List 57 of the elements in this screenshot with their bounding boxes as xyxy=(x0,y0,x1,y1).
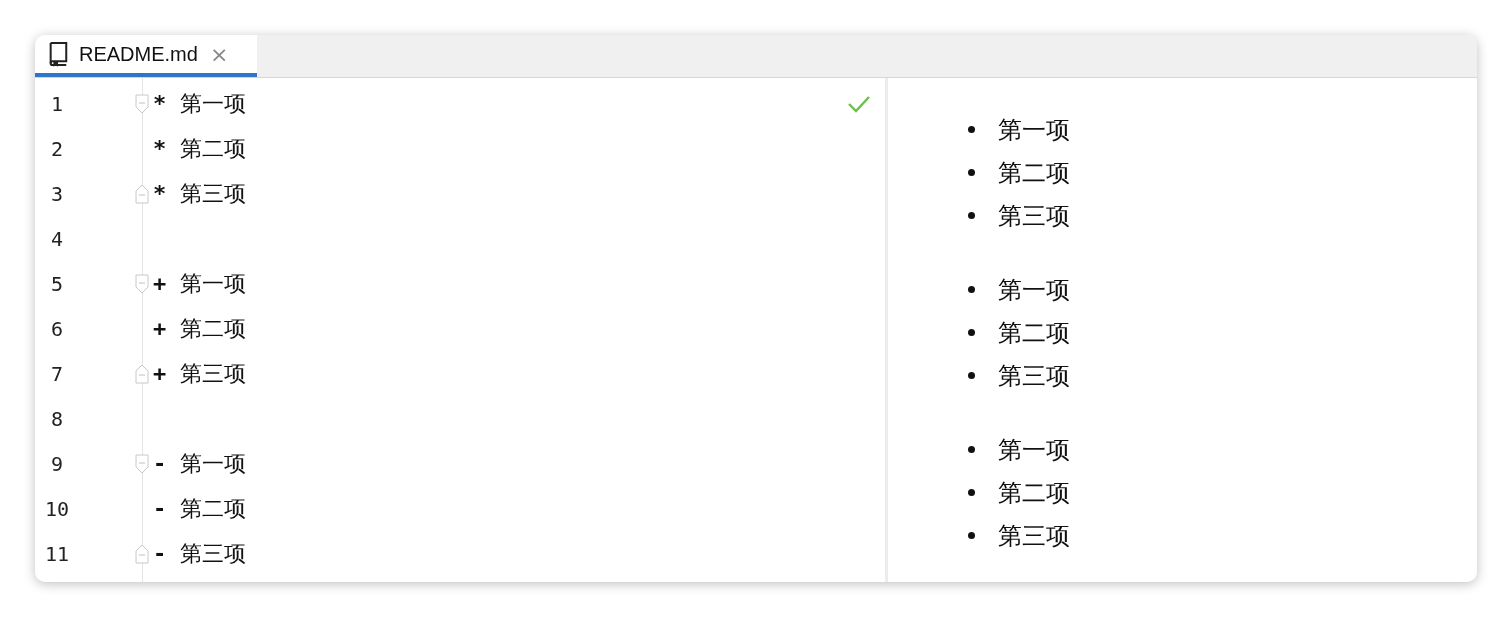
code-text: 第二项 xyxy=(180,494,246,523)
fold-icon[interactable] xyxy=(135,273,149,294)
list-item: 第二项 xyxy=(998,157,1070,189)
line-number: 10 xyxy=(43,496,71,521)
fold-icon[interactable] xyxy=(135,183,149,204)
line-number: 1 xyxy=(49,91,64,116)
bullet-icon xyxy=(968,126,975,133)
list-item: 第三项 xyxy=(998,200,1070,232)
fold-icon[interactable] xyxy=(135,543,149,564)
line-number: 5 xyxy=(49,271,64,296)
list-marker: - xyxy=(153,541,168,566)
code-text: 第三项 xyxy=(180,179,246,208)
code-text: 第一项 xyxy=(180,269,246,298)
list-item: 第二项 xyxy=(998,477,1070,509)
list-marker: * xyxy=(153,181,168,206)
code-text: 第二项 xyxy=(180,314,246,343)
fold-icon[interactable] xyxy=(135,453,149,474)
list-marker: + xyxy=(153,271,168,296)
line-number: 3 xyxy=(49,181,64,206)
list-marker: - xyxy=(153,496,168,521)
list-item: 第一项 xyxy=(998,274,1070,306)
line-number: 8 xyxy=(49,406,64,431)
list-marker: * xyxy=(153,136,168,161)
bullet-icon xyxy=(968,372,975,379)
list-item: 第三项 xyxy=(998,360,1070,392)
bullet-icon xyxy=(968,489,975,496)
line-number: 4 xyxy=(49,226,64,251)
bullet-icon xyxy=(968,169,975,176)
line-number: 11 xyxy=(43,541,71,566)
bullet-icon xyxy=(968,446,975,453)
list-item: 第一项 xyxy=(998,114,1070,146)
line-number: 9 xyxy=(49,451,64,476)
bullet-icon xyxy=(968,286,975,293)
bullet-icon xyxy=(968,532,975,539)
line-number: 2 xyxy=(49,136,64,161)
check-icon xyxy=(847,95,871,113)
list-item: 第一项 xyxy=(998,434,1070,466)
fold-icon[interactable] xyxy=(135,93,149,114)
file-tab[interactable]: README.md × xyxy=(35,35,257,77)
line-number: 6 xyxy=(49,316,64,341)
list-marker: + xyxy=(153,316,168,341)
code-text: 第三项 xyxy=(180,539,246,568)
list-marker: * xyxy=(153,91,168,116)
code-text: 第一项 xyxy=(180,89,246,118)
list-item: 第二项 xyxy=(998,317,1070,349)
list-marker: - xyxy=(153,451,168,476)
list-item: 第三项 xyxy=(998,520,1070,552)
line-number: 7 xyxy=(49,361,64,386)
list-marker: + xyxy=(153,361,168,386)
close-button[interactable]: × xyxy=(207,41,231,67)
code-text: 第一项 xyxy=(180,449,246,478)
fold-icon[interactable] xyxy=(135,363,149,384)
book-icon xyxy=(47,41,69,67)
bullet-icon xyxy=(968,329,975,336)
code-text: 第三项 xyxy=(180,359,246,388)
code-text: 第二项 xyxy=(180,134,246,163)
bullet-icon xyxy=(968,212,975,219)
